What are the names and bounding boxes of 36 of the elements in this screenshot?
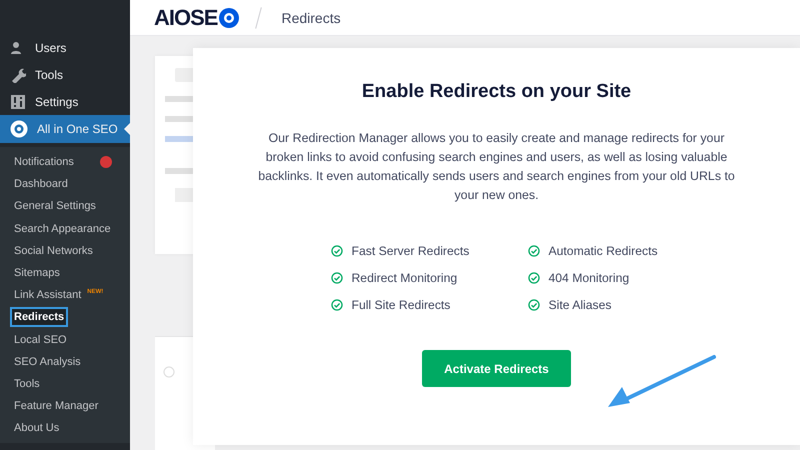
submenu-item[interactable]: General Settings: [12, 198, 98, 214]
check-circle-icon: [528, 298, 540, 310]
logo: AIOSE: [154, 6, 240, 30]
menu-item[interactable]: All in One SEO: [0, 115, 130, 143]
menu-item[interactable]: Tools: [0, 61, 130, 88]
feature-item: Full Site Redirects: [352, 298, 450, 312]
feature-item: Automatic Redirects: [548, 244, 658, 258]
gear-icon: [10, 120, 28, 138]
submenu-item[interactable]: Social Networks: [12, 242, 95, 259]
menu-item[interactable]: Users: [0, 34, 130, 61]
feature-item: Fast Server Redirects: [352, 244, 470, 258]
submenu-item[interactable]: Feature Manager: [12, 398, 100, 414]
submenu-item[interactable]: Tools: [12, 376, 42, 392]
submenu-item[interactable]: Dashboard: [12, 176, 70, 192]
submenu-item[interactable]: About Us: [12, 420, 62, 436]
modal-description: Our Redirection Manager allows you to easily create and manage redirects for your broken links to avoid confusing search engines and users, as well as losing valuable backlinks. It even automatically sends users and search engines from your old URLs to your new ones.: [257, 130, 736, 204]
breadcrumb: Redirects: [281, 10, 341, 26]
feature-item: 404 Monitoring: [548, 270, 630, 284]
submenu-item[interactable]: Search Appearance: [12, 220, 113, 237]
check-circle-icon: [528, 244, 540, 256]
check-circle-icon: [330, 272, 342, 284]
check-circle-icon: [330, 244, 342, 256]
feature-item: Redirect Monitoring: [352, 270, 458, 284]
check-circle-icon: [330, 298, 342, 310]
check-circle-icon: [528, 272, 540, 284]
feature-item: Site Aliases: [548, 298, 612, 312]
wrench-icon: [10, 66, 26, 82]
submenu-item[interactable]: Link Assistant: [12, 287, 84, 304]
submenu-item[interactable]: Sitemaps: [12, 265, 62, 282]
modal-title: Enable Redirects on your Site: [362, 81, 632, 103]
submenu-item[interactable]: Local SEO: [12, 332, 69, 348]
submenu-item[interactable]: Redirects: [12, 309, 66, 326]
submenu-item[interactable]: Notifications: [12, 154, 76, 170]
settings-icon: [10, 94, 26, 110]
menu-item[interactable]: Settings: [0, 88, 130, 115]
submenu-item[interactable]: SEO Analysis: [12, 354, 83, 370]
